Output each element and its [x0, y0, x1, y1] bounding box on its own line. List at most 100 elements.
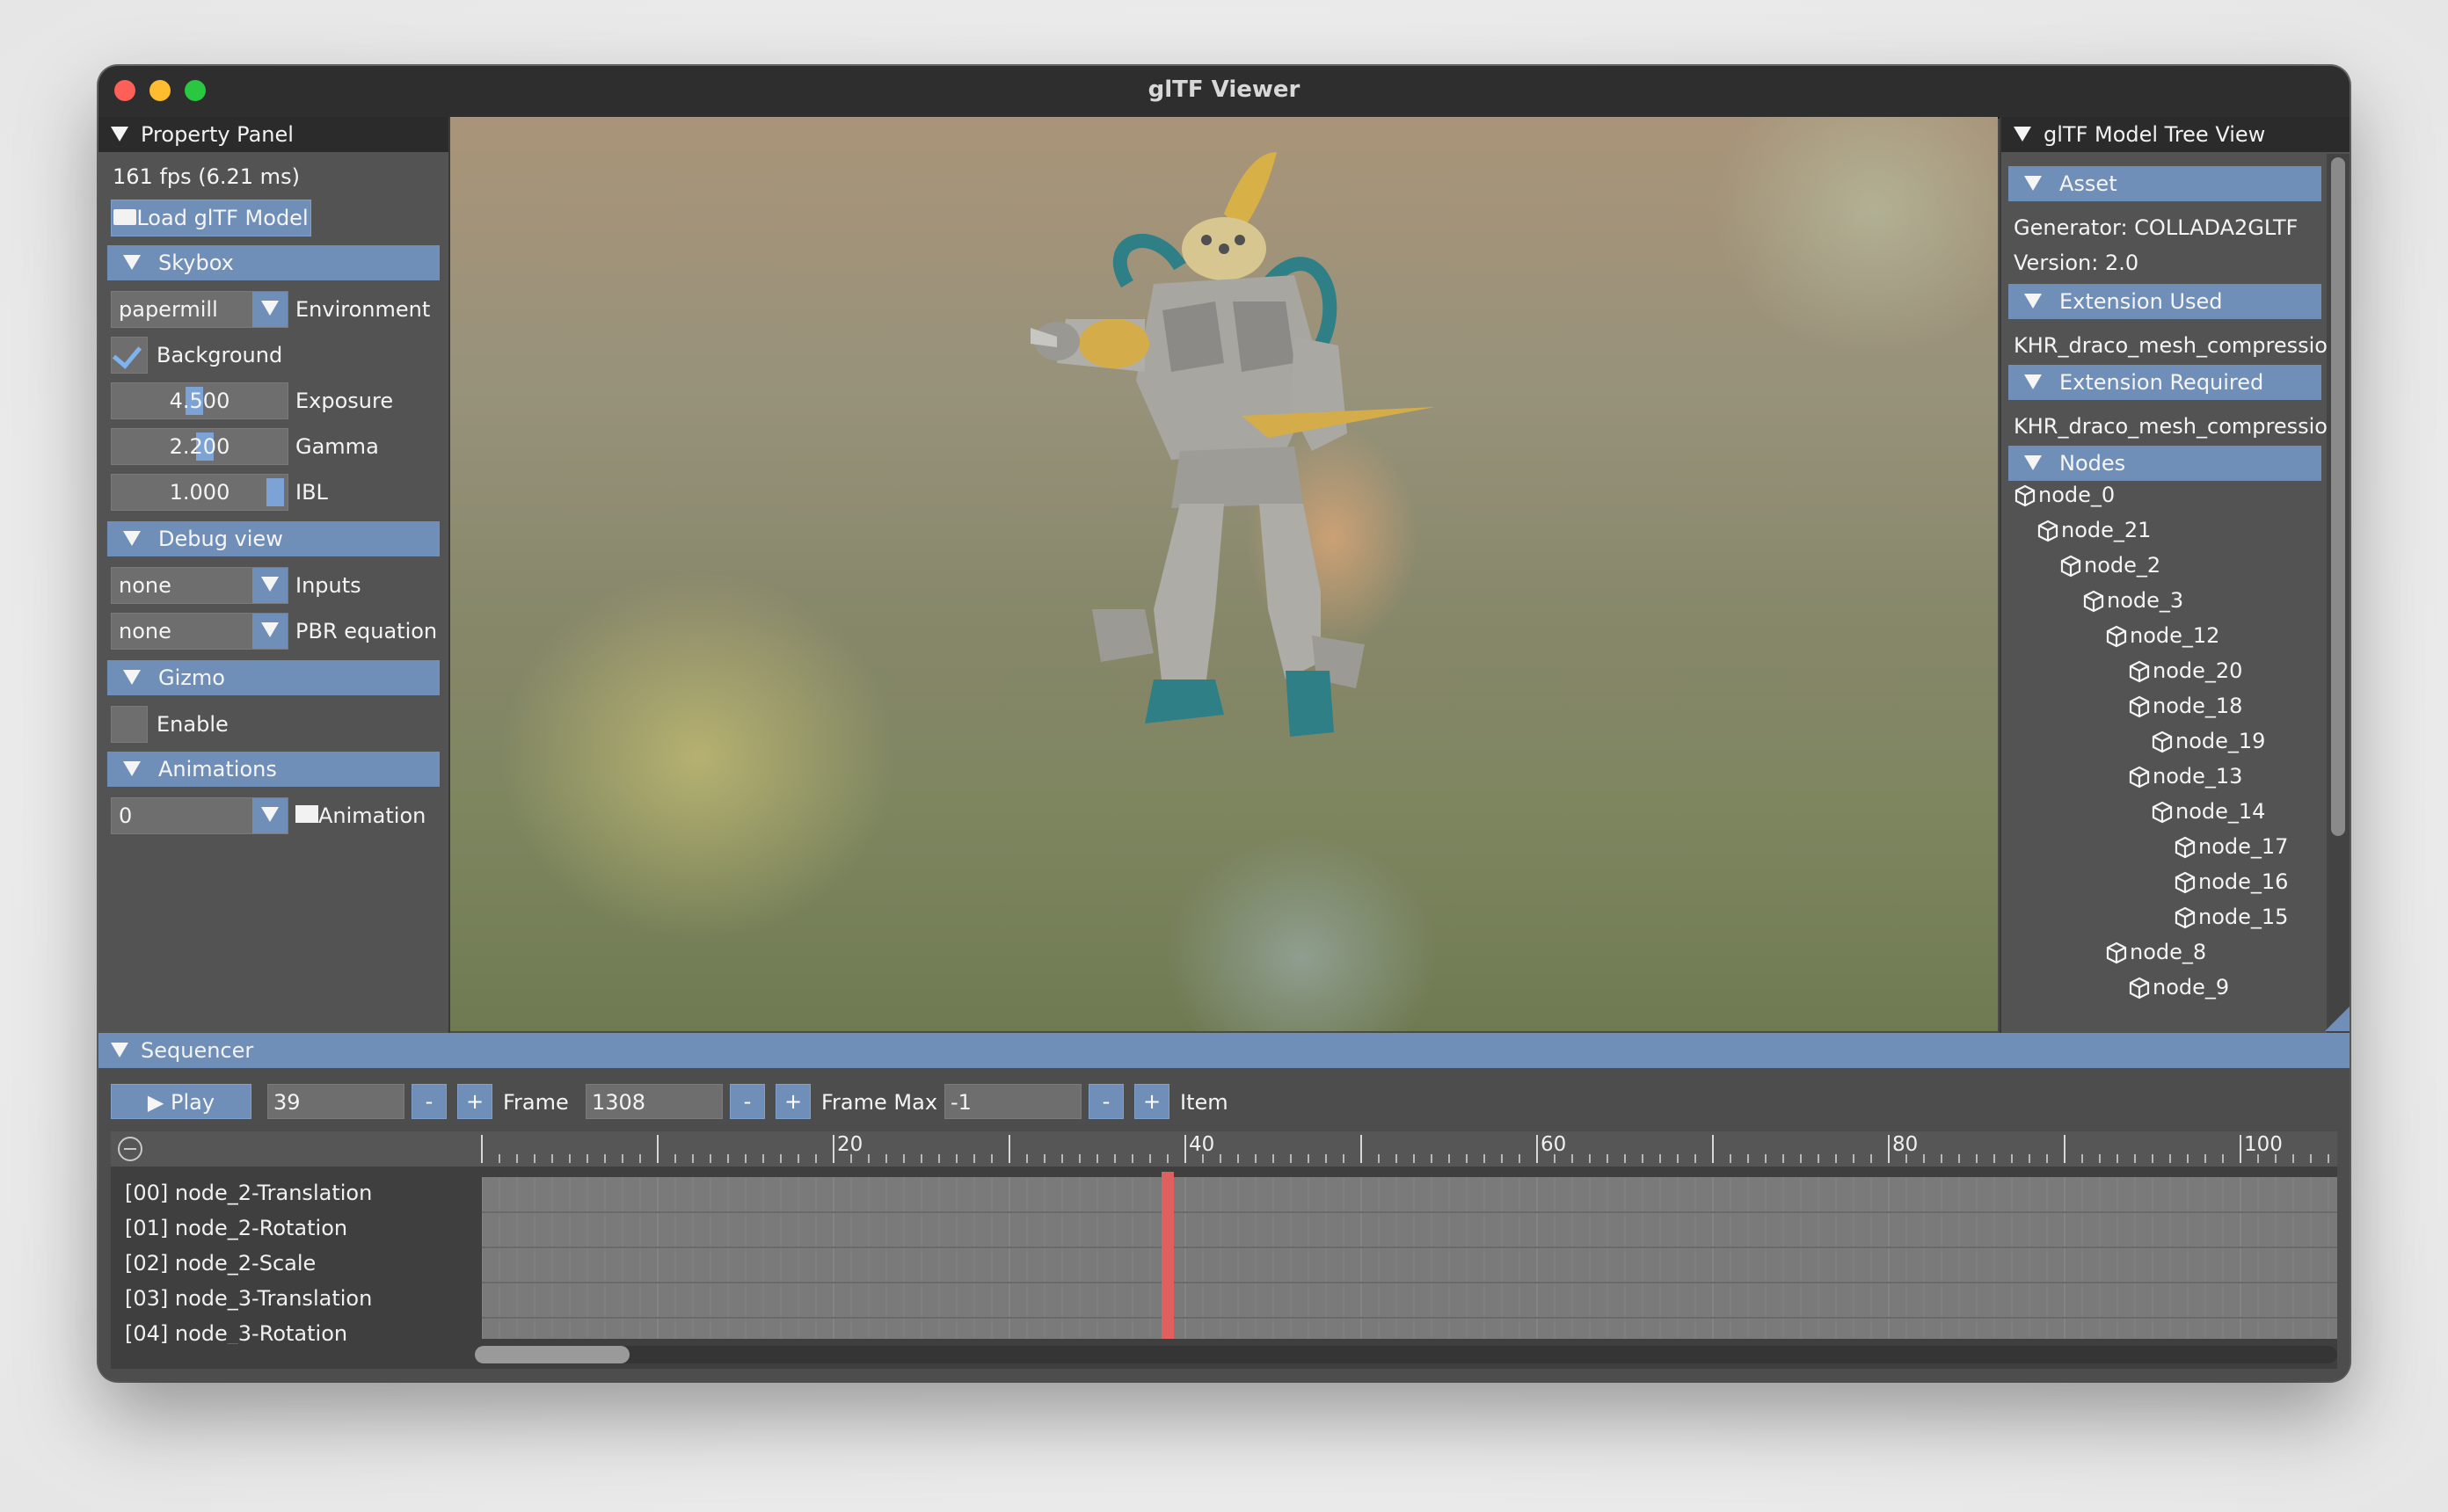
tree-node-node_16[interactable]: node_16 [2174, 869, 2288, 894]
scrollbar-thumb[interactable] [475, 1346, 630, 1363]
tree-node-node_21[interactable]: node_21 [2036, 518, 2151, 542]
tree-node-node_15[interactable]: node_15 [2174, 905, 2288, 929]
ruler-label: 40 [1189, 1133, 1214, 1156]
tree-node-node_2[interactable]: node_2 [2059, 553, 2160, 578]
title-bar: glTF Viewer [98, 66, 2350, 119]
animation-label-text: Animation [318, 803, 426, 828]
extension-required-section-header[interactable]: Extension Required [2008, 365, 2321, 400]
timeline-ruler[interactable]: 20 40 60 80 100 [111, 1131, 2337, 1167]
asset-section-header[interactable]: Asset [2008, 166, 2321, 201]
3d-viewport[interactable] [450, 117, 1998, 1031]
tree-node-node_8[interactable]: node_8 [2105, 940, 2206, 964]
environment-combo[interactable]: papermill [111, 291, 288, 328]
gizmo-enable-label: Enable [157, 712, 229, 737]
track-label[interactable]: [01] node_2-Rotation [125, 1216, 347, 1240]
collapse-arrow-icon [2024, 293, 2042, 309]
tree-view-title: glTF Model Tree View [2044, 122, 2266, 147]
tree-view-scrollbar[interactable] [2327, 154, 2350, 1033]
playhead[interactable] [1162, 1172, 1174, 1339]
window-title: glTF Viewer [1148, 76, 1300, 103]
sequencer-header[interactable]: Sequencer [98, 1033, 2350, 1068]
pbr-value: none [119, 619, 171, 643]
frame-max-decrement-button[interactable]: - [730, 1084, 765, 1119]
play-button[interactable]: ▶ Play [111, 1084, 251, 1119]
extension-used-section-header[interactable]: Extension Used [2008, 284, 2321, 319]
dropdown-arrow-icon[interactable] [252, 292, 288, 327]
animations-section-header[interactable]: Animations [107, 752, 440, 787]
item-increment-button[interactable]: + [1134, 1084, 1169, 1119]
item-decrement-button[interactable]: - [1089, 1084, 1124, 1119]
tree-node-node_14[interactable]: node_14 [2151, 799, 2265, 824]
tree-node-node_20[interactable]: node_20 [2128, 658, 2242, 683]
track-label[interactable]: [03] node_3-Translation [125, 1286, 372, 1311]
nodes-section-header[interactable]: Nodes [2008, 446, 2321, 481]
ruler-label: 60 [1541, 1133, 1566, 1156]
gamma-slider[interactable]: 2.200 [111, 428, 288, 465]
collapse-arrow-icon [2024, 374, 2042, 389]
tree-node-node_19[interactable]: node_19 [2151, 729, 2265, 753]
environment-value: papermill [119, 297, 218, 322]
tree-node-label: node_13 [2153, 764, 2243, 789]
current-frame-increment-button[interactable]: + [457, 1084, 492, 1119]
exposure-label: Exposure [295, 389, 394, 413]
skybox-title: Skybox [158, 251, 234, 275]
tree-node-node_18[interactable]: node_18 [2128, 694, 2242, 718]
tree-view-panel: glTF Model Tree View Asset Generator: CO… [2000, 117, 2350, 1033]
extension-required-text: KHR_draco_mesh_compression [2014, 414, 2342, 439]
gizmo-enable-checkbox[interactable] [111, 706, 148, 743]
animation-value: 0 [119, 803, 133, 828]
current-frame-input[interactable]: 39 [267, 1084, 404, 1119]
timeline-area[interactable]: 20 40 60 80 100 [00] node_2-Translation [01] … [111, 1131, 2337, 1369]
frame-label: Frame [503, 1090, 569, 1115]
tree-node-node_3[interactable]: node_3 [2082, 588, 2183, 613]
gizmo-section-header[interactable]: Gizmo [107, 660, 440, 695]
ibl-slider[interactable]: 1.000 [111, 474, 288, 511]
track-grid[interactable] [482, 1177, 2337, 1339]
scrollbar-thumb[interactable] [2331, 157, 2345, 836]
track-grid-lines [482, 1177, 2337, 1339]
ruler-ticks: 20 40 60 80 100 [481, 1133, 2329, 1163]
animation-combo[interactable]: 0 [111, 797, 288, 834]
sequencer-panel: Sequencer ▶ Play 39 - + Frame 1308 - + F… [98, 1033, 2350, 1381]
track-label[interactable]: [04] node_3-Rotation [125, 1321, 347, 1344]
track-label[interactable]: [02] node_2-Scale [125, 1251, 316, 1276]
inputs-label: Inputs [295, 573, 361, 598]
frame-max-increment-button[interactable]: + [776, 1084, 811, 1119]
item-label: Item [1180, 1090, 1228, 1115]
tree-node-label: node_0 [2038, 483, 2116, 507]
inputs-combo[interactable]: none [111, 567, 288, 604]
tree-node-node_17[interactable]: node_17 [2174, 834, 2288, 859]
tree-node-node_12[interactable]: node_12 [2105, 623, 2219, 648]
load-model-button[interactable]: Load glTF Model [111, 200, 311, 236]
collapse-arrow-icon [123, 254, 141, 270]
pbr-equation-combo[interactable]: none [111, 613, 288, 650]
item-input[interactable]: -1 [944, 1084, 1082, 1119]
tree-node-label: node_21 [2061, 518, 2152, 542]
extension-used-text: KHR_draco_mesh_compression [2014, 333, 2342, 358]
ruler-label: 100 [2244, 1133, 2283, 1156]
dropdown-arrow-icon[interactable] [252, 614, 288, 649]
tree-node-node_13[interactable]: node_13 [2128, 764, 2242, 789]
track-label[interactable]: [00] node_2-Translation [125, 1181, 372, 1205]
frame-max-input[interactable]: 1308 [586, 1084, 723, 1119]
tree-view-panel-header[interactable]: glTF Model Tree View [2001, 117, 2350, 152]
current-frame-decrement-button[interactable]: - [412, 1084, 447, 1119]
exposure-slider[interactable]: 4.500 [111, 382, 288, 419]
dropdown-arrow-icon[interactable] [252, 798, 288, 833]
tree-node-node_0[interactable]: node_0 [2014, 483, 2115, 507]
property-panel-title: Property Panel [141, 122, 294, 147]
gamma-value: 2.200 [169, 434, 230, 459]
load-model-label: Load glTF Model [136, 206, 309, 230]
property-panel-header[interactable]: Property Panel [98, 117, 448, 152]
tree-node-label: node_9 [2153, 975, 2230, 1000]
background-checkbox[interactable] [111, 337, 148, 374]
extension-required-title: Extension Required [2059, 370, 2264, 395]
collapse-arrow-icon [2014, 126, 2031, 142]
debug-view-section-header[interactable]: Debug view [107, 521, 440, 556]
slider-grab[interactable] [266, 478, 284, 506]
tree-node-node_9[interactable]: node_9 [2128, 975, 2229, 1000]
timeline-scrollbar[interactable] [475, 1346, 2337, 1363]
resize-grip-icon[interactable] [2325, 1007, 2350, 1031]
skybox-section-header[interactable]: Skybox [107, 245, 440, 280]
dropdown-arrow-icon[interactable] [252, 568, 288, 603]
